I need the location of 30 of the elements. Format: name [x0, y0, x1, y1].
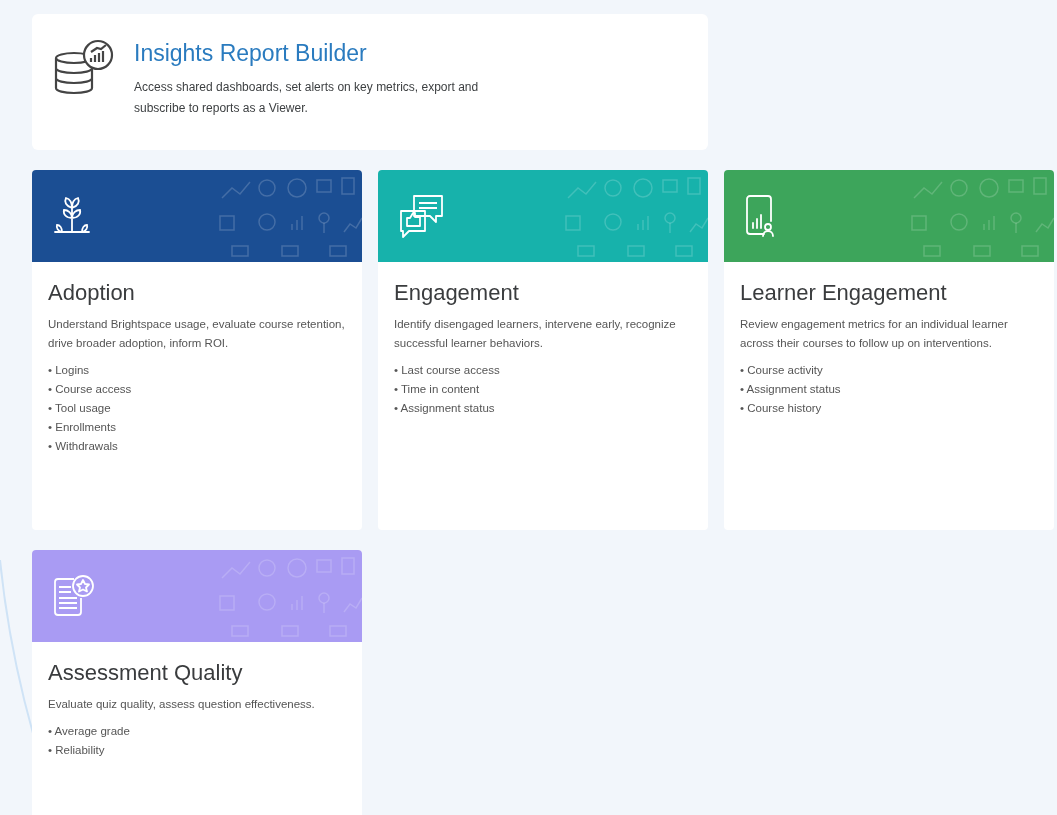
chat-thumbs-up-icon [398, 193, 446, 239]
metric-item: • Assignment status [740, 382, 842, 397]
metric-item: • Last course access [394, 363, 501, 378]
metric-item: • Course history [740, 401, 823, 416]
card-description: Identify disengaged learners, intervene early, recognize successful learner behaviors. [394, 317, 677, 351]
card-title: Learner Engagement [740, 280, 948, 306]
metric-item: • Enrollments [48, 420, 117, 435]
tablet-chart-icon [744, 194, 776, 238]
card-title: Engagement [394, 280, 520, 306]
card-description: Evaluate quiz quality, assess question effectiveness. [48, 697, 316, 712]
metric-item: • Logins [48, 363, 91, 378]
metric-item: • Average grade [48, 724, 131, 739]
header-title: Insights Report Builder [134, 40, 368, 67]
card-title: Assessment Quality [48, 660, 244, 686]
report-card[interactable]: Assessment Quality Evaluate quiz quality, assess question effectiveness. • Average grade • Reliability [32, 550, 362, 815]
header-description: Access shared dashboards, set alerts on key metrics, export and subscribe to reports as a Viewer. [134, 79, 480, 117]
card-description: Review engagement metrics for an individual learner across their courses to follow up on interventions. [740, 317, 1009, 351]
metric-item: • Course activity [740, 363, 824, 378]
metric-item: • Withdrawals [48, 439, 119, 454]
report-card[interactable]: Engagement Identify disengaged learners, intervene early, recognize successful learner behaviors. • Last course access • Time in content • Assignment status [378, 170, 708, 530]
metric-item: • Time in content [394, 382, 481, 397]
metric-item: • Tool usage [48, 401, 112, 416]
card-description: Understand Brightspace usage, evaluate course retention, drive broader adoption, inform ROI. [48, 317, 346, 351]
document-star-icon [52, 573, 96, 619]
report-card[interactable]: Learner Engagement Review engagement metrics for an individual learner across their courses to follow up on interventions. • Course activity • Assignment status • Course history [724, 170, 1054, 530]
metric-item: • Course access [48, 382, 133, 397]
metric-item: • Reliability [48, 743, 106, 758]
card-title: Adoption [48, 280, 136, 306]
metric-item: • Assignment status [394, 401, 496, 416]
report-card[interactable]: Adoption Understand Brightspace usage, evaluate course retention, drive broader adoption, inform ROI. • Logins • Course access • Tool usage • Enrollments • Withdrawals [32, 170, 362, 530]
